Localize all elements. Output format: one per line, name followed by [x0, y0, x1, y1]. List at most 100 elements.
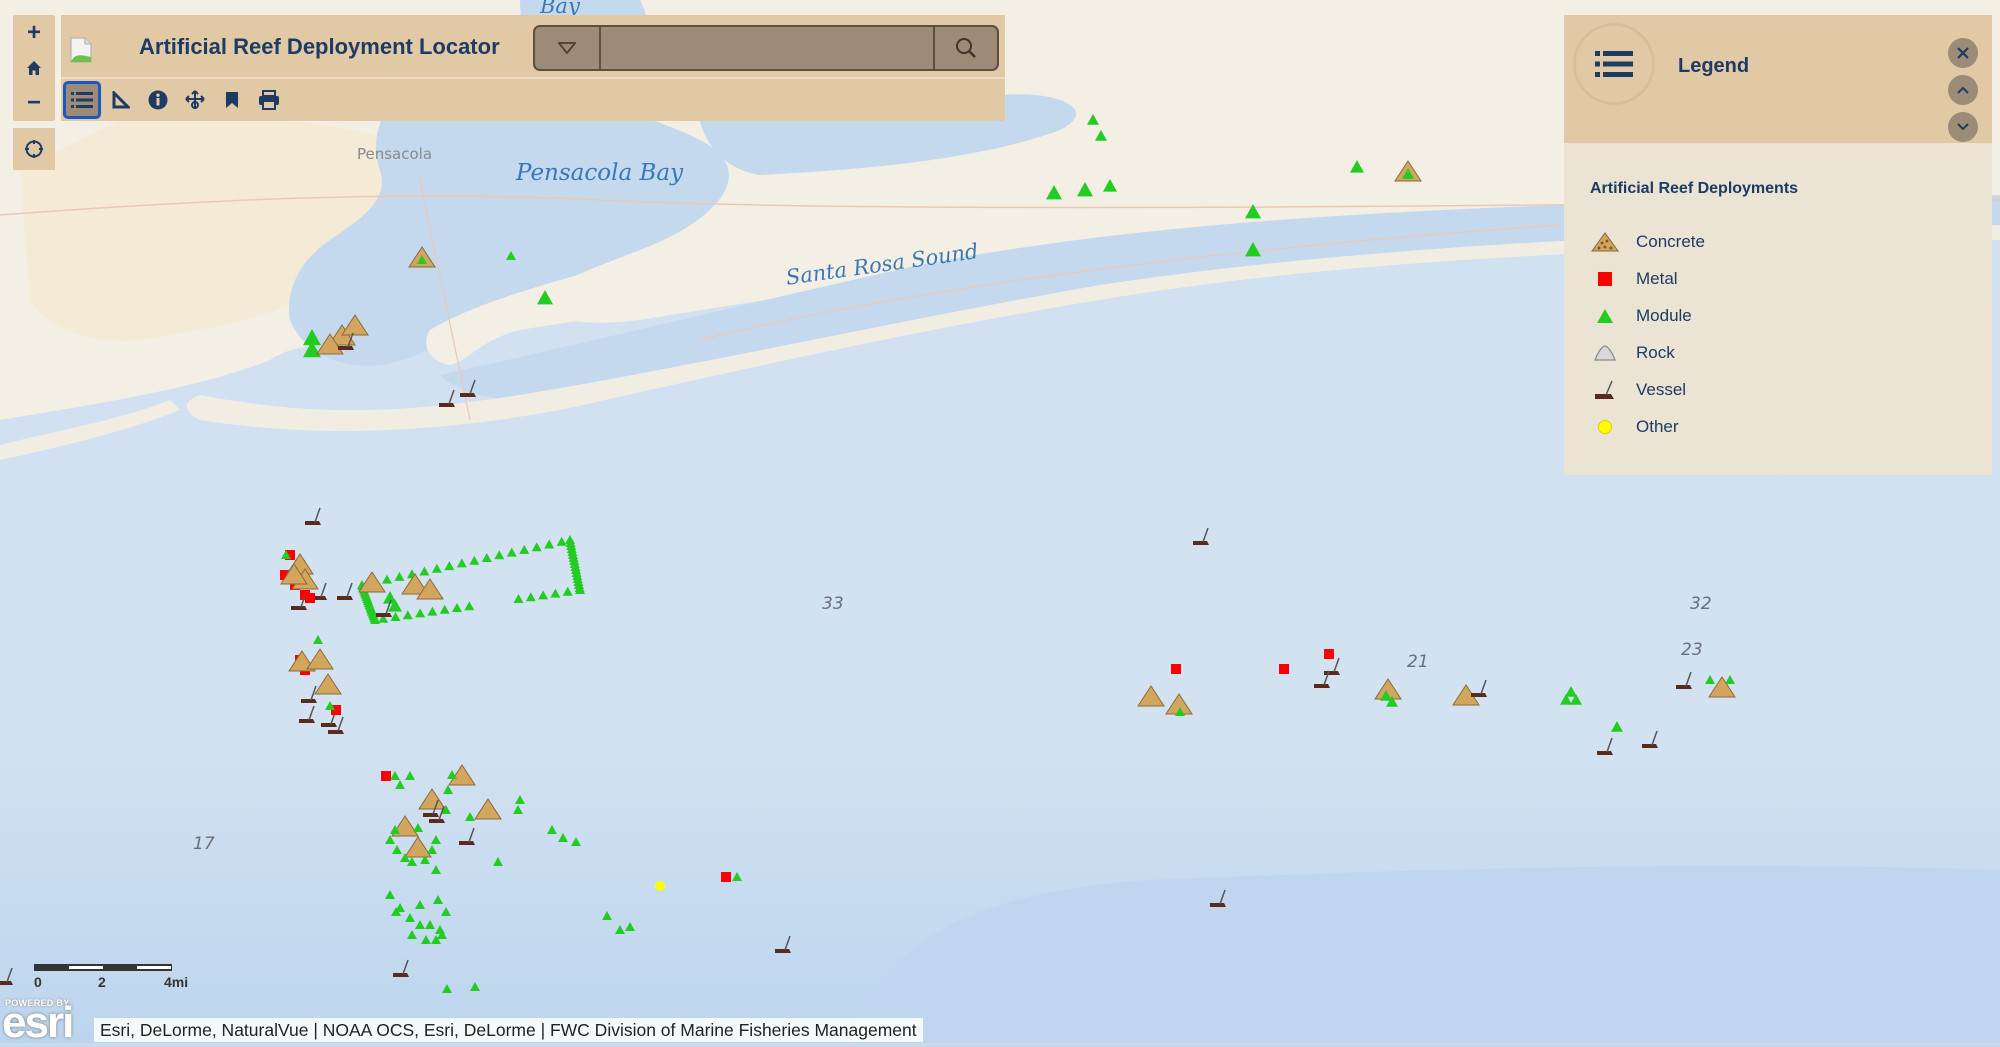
vessel-marker[interactable] — [1597, 751, 1613, 755]
locate-button[interactable] — [13, 128, 55, 170]
vessel-marker[interactable] — [459, 841, 475, 845]
locate-icon — [25, 140, 43, 158]
print-icon — [259, 90, 279, 110]
vessel-marker[interactable] — [1676, 685, 1692, 689]
square-icon — [1598, 272, 1612, 286]
bookmark-icon — [226, 92, 238, 108]
legend-tool-button[interactable] — [63, 81, 101, 119]
basemap-tool-button[interactable] — [178, 83, 212, 117]
esri-wordmark: esri — [2, 998, 74, 1047]
legend-collapse-button[interactable] — [1948, 75, 1978, 105]
search-icon — [956, 38, 976, 58]
map-attribution: Esri, DeLorme, NaturalVue | NOAA OCS, Es… — [94, 1018, 923, 1042]
vessel-marker[interactable] — [775, 949, 791, 953]
depth-label: 23 — [1681, 640, 1703, 660]
zoom-out-button[interactable]: − — [13, 86, 55, 120]
legend-panel: Legend Artificial Reef Deployments Concr… — [1564, 15, 1992, 475]
legend-item-other: Other — [1590, 412, 1679, 442]
depth-label: 33 — [822, 594, 844, 614]
scale-bar — [34, 964, 172, 971]
zoom-controls: + − — [13, 15, 55, 121]
map-label-pensacola-bay: Pensacola Bay — [516, 160, 684, 186]
legend-layer-title: Artificial Reef Deployments — [1590, 180, 1799, 197]
esri-logo[interactable]: POWERED BY esri — [2, 998, 92, 1047]
legend-title: Legend — [1678, 55, 1750, 77]
home-icon — [27, 60, 41, 75]
bookmarks-tool-button[interactable] — [215, 83, 249, 117]
legend-item-vessel: Vessel — [1590, 375, 1686, 405]
scale-labels: 0 2 4mi — [30, 974, 200, 994]
scale-label: 0 — [34, 974, 42, 990]
ruler-triangle-icon — [112, 91, 130, 109]
vessel-marker[interactable] — [301, 699, 317, 703]
vessel-marker[interactable] — [337, 596, 353, 600]
list-icon — [71, 92, 93, 108]
legend-label: Rock — [1636, 343, 1675, 362]
concrete-pile-icon — [1591, 232, 1619, 252]
depth-label: 17 — [193, 834, 215, 854]
vessel-marker[interactable] — [291, 606, 307, 610]
vessel-marker[interactable] — [429, 819, 445, 823]
app-header: Artificial Reef Deployment Locator — [61, 15, 1005, 121]
vessel-marker[interactable] — [1210, 903, 1226, 907]
vessel-marker[interactable] — [338, 346, 354, 350]
chevron-up-icon — [1957, 86, 1969, 94]
search-source-dropdown[interactable] — [535, 27, 601, 69]
other-marker[interactable] — [655, 881, 665, 891]
legend-label: Vessel — [1636, 380, 1687, 399]
search-box — [533, 25, 999, 71]
scale-label: 2 — [98, 974, 106, 990]
toolbar — [61, 81, 289, 119]
vessel-marker[interactable] — [1193, 541, 1209, 545]
vessel-icon — [1595, 380, 1614, 399]
print-tool-button[interactable] — [252, 83, 286, 117]
legend-close-button[interactable] — [1948, 38, 1978, 68]
legend-item-module: Module — [1590, 301, 1692, 331]
search-button[interactable] — [933, 27, 997, 69]
vessel-marker[interactable] — [321, 723, 337, 727]
legend-expand-button[interactable] — [1948, 112, 1978, 142]
circle-icon — [1598, 420, 1612, 434]
vessel-marker[interactable] — [393, 973, 409, 977]
depth-label: 21 — [1407, 652, 1429, 672]
zoom-in-button[interactable]: + — [13, 16, 55, 50]
vessel-marker[interactable] — [460, 393, 476, 397]
search-input[interactable] — [601, 27, 933, 69]
legend-label: Other — [1636, 417, 1679, 436]
rock-icon — [1594, 345, 1616, 361]
vessel-marker[interactable] — [305, 521, 321, 525]
vessel-marker[interactable] — [376, 613, 392, 617]
metal-marker[interactable] — [1279, 664, 1289, 674]
legend-label: Metal — [1636, 269, 1678, 288]
layers-arrows-icon — [185, 90, 205, 109]
home-button[interactable] — [13, 51, 55, 85]
legend-label: Concrete — [1636, 232, 1705, 251]
measure-tool-button[interactable] — [104, 83, 138, 117]
metal-marker[interactable] — [1171, 664, 1181, 674]
map-label-pensacola: Pensacola — [357, 145, 433, 163]
app-logo-icon — [70, 37, 92, 63]
legend-item-concrete: Concrete — [1590, 227, 1705, 257]
vessel-marker[interactable] — [439, 403, 455, 407]
vessel-marker[interactable] — [423, 813, 439, 817]
vessel-marker[interactable] — [1471, 693, 1487, 697]
header-title-row: Artificial Reef Deployment Locator — [61, 15, 1005, 79]
legend-header: Legend — [1564, 15, 1992, 143]
vessel-marker[interactable] — [299, 719, 315, 723]
metal-marker[interactable] — [381, 771, 391, 781]
vessel-marker[interactable] — [1324, 671, 1340, 675]
app-title: Artificial Reef Deployment Locator — [139, 34, 500, 59]
legend-item-metal: Metal — [1590, 264, 1678, 294]
vessel-marker[interactable] — [328, 730, 344, 734]
vessel-marker[interactable] — [1314, 684, 1330, 688]
metal-marker[interactable] — [305, 593, 315, 603]
depth-label: 32 — [1690, 594, 1712, 614]
about-tool-button[interactable] — [141, 83, 175, 117]
info-icon — [148, 90, 168, 110]
triangle-icon — [1597, 309, 1613, 323]
legend-label: Module — [1636, 306, 1692, 325]
metal-marker[interactable] — [1324, 649, 1334, 659]
vessel-marker[interactable] — [1642, 744, 1658, 748]
chevron-down-icon — [1957, 123, 1969, 131]
metal-marker[interactable] — [721, 872, 731, 882]
